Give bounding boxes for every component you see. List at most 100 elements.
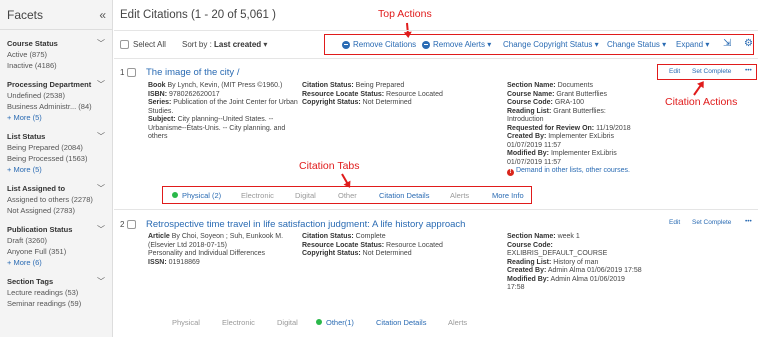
facet-more-link[interactable]: + More (6) — [7, 257, 105, 268]
remove-citations-button[interactable]: Remove Citations — [342, 40, 416, 49]
tab-digital[interactable]: Digital — [295, 191, 316, 200]
issn-label: ISSN: — [148, 258, 167, 266]
issn-value: 01918869 — [166, 258, 200, 266]
chevron-down-icon[interactable]: ﹀ — [97, 183, 105, 194]
set-complete-button[interactable]: Set Complete — [692, 219, 731, 226]
facet-item[interactable]: Seminar readings (59) — [7, 298, 105, 309]
facet-title-row[interactable]: Course Status ﹀ — [7, 38, 105, 49]
facet-item[interactable]: Not Assigned (2783) — [7, 205, 105, 216]
demand-link[interactable]: Demand in other lists, other courses. — [516, 167, 630, 174]
section-name-label: Section Name: — [507, 82, 556, 89]
facet-processing-department: Processing Department ﹀ Undefined (2538)… — [0, 71, 112, 123]
facet-more-link[interactable]: + More (5) — [7, 164, 105, 175]
course-code-label: Course Code: — [507, 241, 553, 249]
citation-checkbox[interactable] — [127, 68, 137, 77]
citation-number: 1 — [120, 68, 137, 77]
annotation-citation-actions: Citation Actions — [665, 96, 738, 108]
annotation-arrow — [693, 82, 704, 96]
reading-list-value: History of man — [551, 258, 599, 266]
facet-title-row[interactable]: Section Tags ﹀ — [7, 276, 105, 287]
citation-status-value: Being Prepared — [353, 82, 405, 89]
facet-item[interactable]: Being Processed (1563) — [7, 153, 105, 164]
citation-status-info: Citation Status: Being Prepared Resource… — [302, 82, 472, 108]
collapse-icon[interactable]: « — [99, 8, 106, 22]
tab-other[interactable]: Other — [338, 191, 357, 200]
facet-item[interactable]: Assigned to others (2278) — [7, 194, 105, 205]
annotation-citation-tabs: Citation Tabs — [299, 160, 360, 172]
tab-citation-details[interactable]: Citation Details — [376, 318, 426, 327]
facet-item[interactable]: Active (875) — [7, 49, 105, 60]
review-value: 11/19/2018 — [594, 124, 631, 132]
gear-icon[interactable]: ⚙ — [744, 38, 753, 49]
facet-item[interactable]: Inactive (4186) — [7, 60, 105, 71]
tab-alerts[interactable]: Alerts — [448, 318, 467, 327]
facet-title-row[interactable]: Publication Status ﹀ — [7, 224, 105, 235]
chevron-down-icon[interactable]: ﹀ — [97, 224, 105, 235]
facet-item[interactable]: Being Prepared (2084) — [7, 142, 105, 153]
edit-button[interactable]: Edit — [669, 219, 680, 226]
isbn-label: ISBN: — [148, 90, 168, 98]
citation-title-link[interactable]: The image of the city / — [146, 67, 239, 78]
select-all-checkbox[interactable] — [120, 40, 129, 49]
facet-item[interactable]: Anyone Full (351) — [7, 246, 105, 257]
expand-button[interactable]: Expand ▾ — [676, 40, 709, 49]
resource-locate-value: Resource Located — [384, 241, 443, 249]
tab-physical[interactable]: Physical (2) — [172, 191, 221, 200]
sort-dropdown[interactable]: Sort by : Last created ▾ — [182, 40, 267, 49]
citation-status-label: Citation Status: — [302, 82, 354, 89]
created-by-label: Created By: — [507, 133, 547, 140]
citation-checkbox[interactable] — [127, 220, 137, 229]
edit-button[interactable]: Edit — [669, 68, 680, 75]
facet-section-tags: Section Tags ﹀ Lecture readings (53) Sem… — [0, 268, 112, 309]
facets-sidebar: Facets « Course Status ﹀ Active (875) In… — [0, 0, 113, 337]
page-title: Edit Citations (1 - 20 of 5,061 ) — [120, 9, 276, 21]
facet-item[interactable]: Draft (3260) — [7, 235, 105, 246]
chevron-down-icon[interactable]: ﹀ — [97, 79, 105, 90]
facet-course-status: Course Status ﹀ Active (875) Inactive (4… — [0, 30, 112, 71]
resource-locate-value: Resource Located — [384, 90, 443, 98]
export-icon[interactable]: ⇲ — [723, 38, 731, 49]
facet-item[interactable]: Business Administr... (84) — [7, 101, 105, 112]
facet-title-row[interactable]: List Assigned to ﹀ — [7, 183, 105, 194]
change-copyright-status-button[interactable]: Change Copyright Status ▾ — [503, 40, 599, 49]
citation-title-link[interactable]: Retrospective time travel in life satisf… — [146, 219, 465, 230]
change-status-button[interactable]: Change Status ▾ — [607, 40, 666, 49]
tab-citation-details[interactable]: Citation Details — [379, 191, 429, 200]
facet-title-row[interactable]: List Status ﹀ — [7, 131, 105, 142]
copyright-status-label: Copyright Status: — [302, 250, 361, 257]
journal-name: Personality and Individual Differences — [148, 250, 265, 257]
tab-other[interactable]: Other(1) — [316, 318, 354, 327]
facet-title-row[interactable]: Processing Department ﹀ — [7, 79, 105, 90]
sort-value: Last created — [214, 40, 262, 49]
tab-digital[interactable]: Digital — [277, 318, 298, 327]
created-by-label: Created By: — [507, 267, 547, 274]
set-complete-button[interactable]: Set Complete — [692, 68, 731, 75]
chevron-down-icon[interactable]: ﹀ — [97, 38, 105, 49]
citation-status-label: Citation Status: — [302, 233, 354, 240]
remove-citations-label: Remove Citations — [353, 40, 417, 49]
remove-alerts-button[interactable]: Remove Alerts ▾ — [422, 40, 491, 49]
more-actions-button[interactable]: ••• — [745, 218, 752, 225]
series-value: Publication of the Joint Center for Urba… — [148, 99, 298, 115]
more-actions-button[interactable]: ••• — [745, 67, 752, 74]
tab-more-info[interactable]: More Info — [492, 191, 524, 200]
tab-electronic[interactable]: Electronic — [222, 318, 255, 327]
tab-electronic[interactable]: Electronic — [241, 191, 274, 200]
available-dot-icon — [316, 319, 322, 325]
chevron-down-icon[interactable]: ﹀ — [97, 131, 105, 142]
facet-item[interactable]: Undefined (2538) — [7, 90, 105, 101]
facet-more-link[interactable]: + More (5) — [7, 112, 105, 123]
tab-physical[interactable]: Physical — [172, 318, 200, 327]
facet-title: Course Status — [7, 39, 58, 48]
select-all[interactable]: Select All — [120, 40, 166, 49]
citation-num-label: 1 — [120, 68, 125, 77]
facet-item[interactable]: Lecture readings (53) — [7, 287, 105, 298]
available-dot-icon — [172, 192, 178, 198]
facet-title: List Assigned to — [7, 184, 66, 193]
tab-physical-label: Physical (2) — [182, 191, 222, 200]
tab-alerts[interactable]: Alerts — [450, 191, 469, 200]
series-label: Series: — [148, 99, 172, 106]
citation-course-info: Section Name: week 1 Course Code: EXLIBR… — [507, 233, 642, 293]
chevron-down-icon[interactable]: ﹀ — [97, 276, 105, 287]
facet-title: Publication Status — [7, 225, 73, 234]
